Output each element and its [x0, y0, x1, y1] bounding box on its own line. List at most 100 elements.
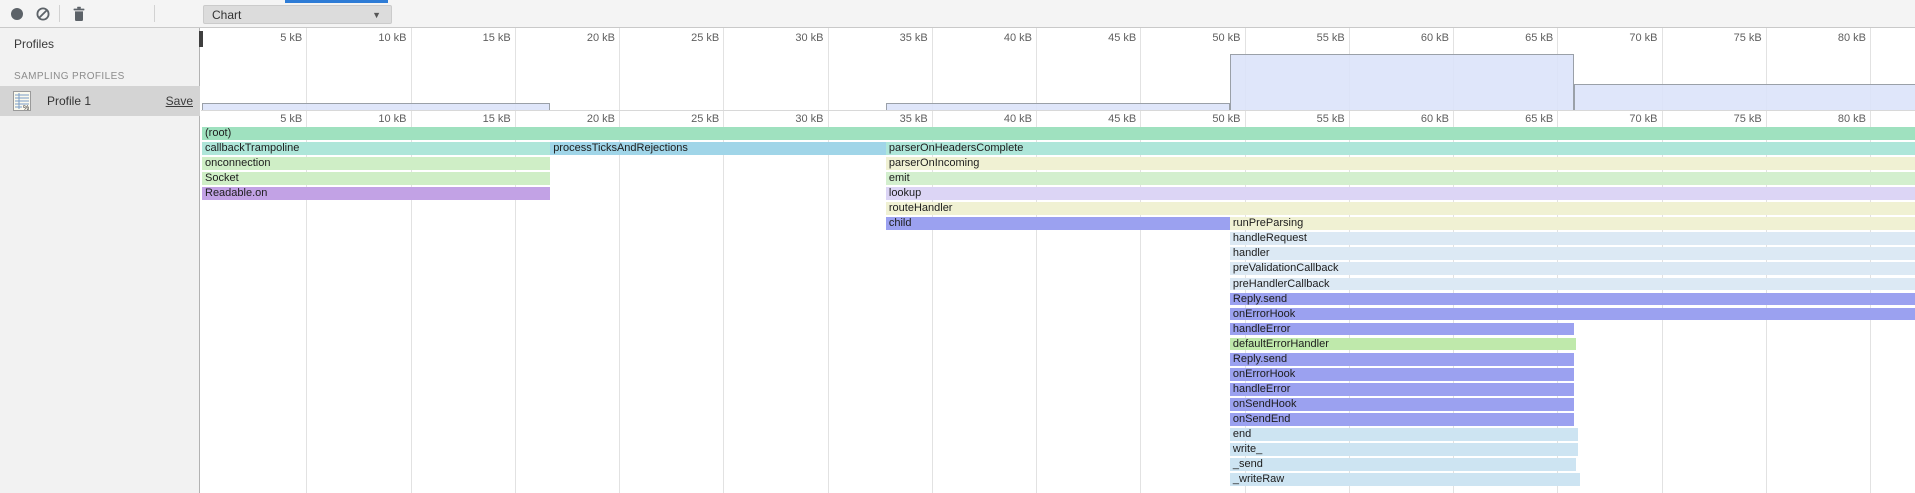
flame-bar[interactable]: Socket [202, 172, 550, 185]
axis-tick-label: 15 kB [451, 113, 511, 125]
flame-bar[interactable]: child [886, 217, 1230, 230]
flame-bar[interactable]: callbackTrampoline [202, 142, 550, 155]
axis-tick-label: 75 kB [1702, 32, 1762, 44]
toolbar-button-group [0, 0, 200, 28]
axis-tick-label: 20 kB [555, 32, 615, 44]
save-profile-link[interactable]: Save [166, 94, 193, 108]
gridline [828, 28, 829, 493]
flame-bar[interactable]: routeHandler [886, 202, 1915, 215]
trash-icon [72, 6, 86, 22]
axis-tick-label: 20 kB [555, 113, 615, 125]
flame-bar[interactable]: _send [1230, 458, 1576, 471]
axis-tick-label: 25 kB [659, 32, 719, 44]
gridline [411, 28, 412, 493]
axis-tick-label: 65 kB [1493, 32, 1553, 44]
axis-tick-label: 70 kB [1598, 113, 1658, 125]
flame-bar[interactable]: onSendHook [1230, 398, 1574, 411]
clear-button[interactable] [32, 4, 54, 24]
axis-tick-label: 50 kB [1181, 113, 1241, 125]
chevron-down-icon: ▼ [372, 10, 381, 20]
axis-tick-label: 40 kB [972, 32, 1032, 44]
flame-bar[interactable]: parserOnIncoming [886, 157, 1915, 170]
toolbar-separator [59, 5, 60, 22]
gridline [723, 28, 724, 493]
axis-tick-label: 30 kB [764, 113, 824, 125]
profile-name: Profile 1 [47, 94, 91, 108]
axis-tick-label: 80 kB [1806, 32, 1866, 44]
sidebar-item-profile-1[interactable]: % Profile 1 Save [0, 86, 200, 116]
flame-bar[interactable]: handler [1230, 247, 1915, 260]
flame-bar[interactable]: defaultErrorHandler [1230, 338, 1576, 351]
axis-tick-label: 30 kB [764, 32, 824, 44]
flame-chart-canvas[interactable]: 5 kB 5 kB 10 kB 10 kB 15 kB 15 kB 20 kB 20 kB 25… [201, 28, 1915, 493]
toolbar-separator [154, 5, 155, 22]
sidebar-title: Profiles [14, 37, 54, 51]
block-icon [35, 6, 51, 22]
axis-tick-label: 25 kB [659, 113, 719, 125]
axis-tick-label: 15 kB [451, 32, 511, 44]
flame-bar[interactable]: preHandlerCallback [1230, 278, 1915, 291]
flame-bar[interactable]: write_ [1230, 443, 1578, 456]
sidebar-section-header: SAMPLING PROFILES [14, 71, 125, 82]
axis-tick-label: 60 kB [1389, 32, 1449, 44]
axis-tick-label: 45 kB [1076, 32, 1136, 44]
axis-tick-label: 65 kB [1493, 113, 1553, 125]
axis-tick-label: 60 kB [1389, 113, 1449, 125]
flame-bar[interactable]: end [1230, 428, 1578, 441]
gridline [515, 28, 516, 493]
record-icon [11, 8, 23, 20]
active-tab-indicator [285, 0, 388, 3]
overview-area-step [202, 103, 550, 110]
axis-tick-label: 5 kB [242, 113, 302, 125]
flame-bar[interactable]: preValidationCallback [1230, 262, 1915, 275]
gridline [1140, 28, 1141, 493]
svg-text:%: % [23, 105, 29, 111]
axis-tick-label: 55 kB [1285, 32, 1345, 44]
axis-tick-label: 50 kB [1181, 32, 1241, 44]
flame-bar[interactable]: parserOnHeadersComplete [886, 142, 1915, 155]
view-mode-dropdown[interactable]: Chart ▼ [203, 5, 392, 24]
overview-area-step [886, 103, 1230, 110]
overview-baseline [201, 110, 1915, 111]
flame-bar[interactable]: Reply.send [1230, 293, 1915, 306]
axis-tick-label: 40 kB [972, 113, 1032, 125]
overview-area-step [1230, 54, 1574, 110]
axis-tick-label: 5 kB [242, 32, 302, 44]
flame-bar[interactable]: (root) [202, 127, 1915, 140]
record-button[interactable] [6, 4, 28, 24]
flame-bar[interactable]: runPreParsing [1230, 217, 1915, 230]
flame-bar[interactable]: lookup [886, 187, 1915, 200]
axis-tick-label: 10 kB [347, 113, 407, 125]
flame-bar[interactable]: onErrorHook [1230, 368, 1574, 381]
toolbar: Chart ▼ [0, 0, 1915, 28]
flame-bar[interactable]: onconnection [202, 157, 550, 170]
flame-bar[interactable]: handleError [1230, 323, 1574, 336]
flame-bar[interactable]: handleRequest [1230, 232, 1915, 245]
overview-selection-handle[interactable] [199, 31, 203, 47]
profile-document-icon: % [13, 91, 31, 111]
flame-bar[interactable]: _writeRaw [1230, 473, 1580, 486]
axis-tick-label: 45 kB [1076, 113, 1136, 125]
flame-bar[interactable]: Reply.send [1230, 353, 1574, 366]
sidebar: Profiles SAMPLING PROFILES % Profile 1 S… [0, 28, 200, 493]
flame-bar[interactable]: onErrorHook [1230, 308, 1915, 321]
gridline [932, 28, 933, 493]
view-mode-value: Chart [212, 8, 241, 22]
axis-tick-label: 35 kB [868, 32, 928, 44]
flame-bar[interactable]: processTicksAndRejections [550, 142, 886, 155]
delete-button[interactable] [68, 4, 90, 24]
flame-bar[interactable]: Readable.on [202, 187, 550, 200]
gridline [1036, 28, 1037, 493]
axis-tick-label: 75 kB [1702, 113, 1762, 125]
profiler-window: Chart ▼ Profiles SAMPLING PROFILES % Pro… [0, 0, 1915, 493]
axis-tick-label: 35 kB [868, 113, 928, 125]
axis-tick-label: 70 kB [1598, 32, 1658, 44]
gridline [306, 28, 307, 493]
flame-bar[interactable]: onSendEnd [1230, 413, 1574, 426]
flame-bar[interactable]: emit [886, 172, 1915, 185]
gridline [619, 28, 620, 493]
axis-tick-label: 80 kB [1806, 113, 1866, 125]
axis-tick-label: 55 kB [1285, 113, 1345, 125]
flame-bar[interactable]: handleError [1230, 383, 1574, 396]
axis-tick-label: 10 kB [347, 32, 407, 44]
